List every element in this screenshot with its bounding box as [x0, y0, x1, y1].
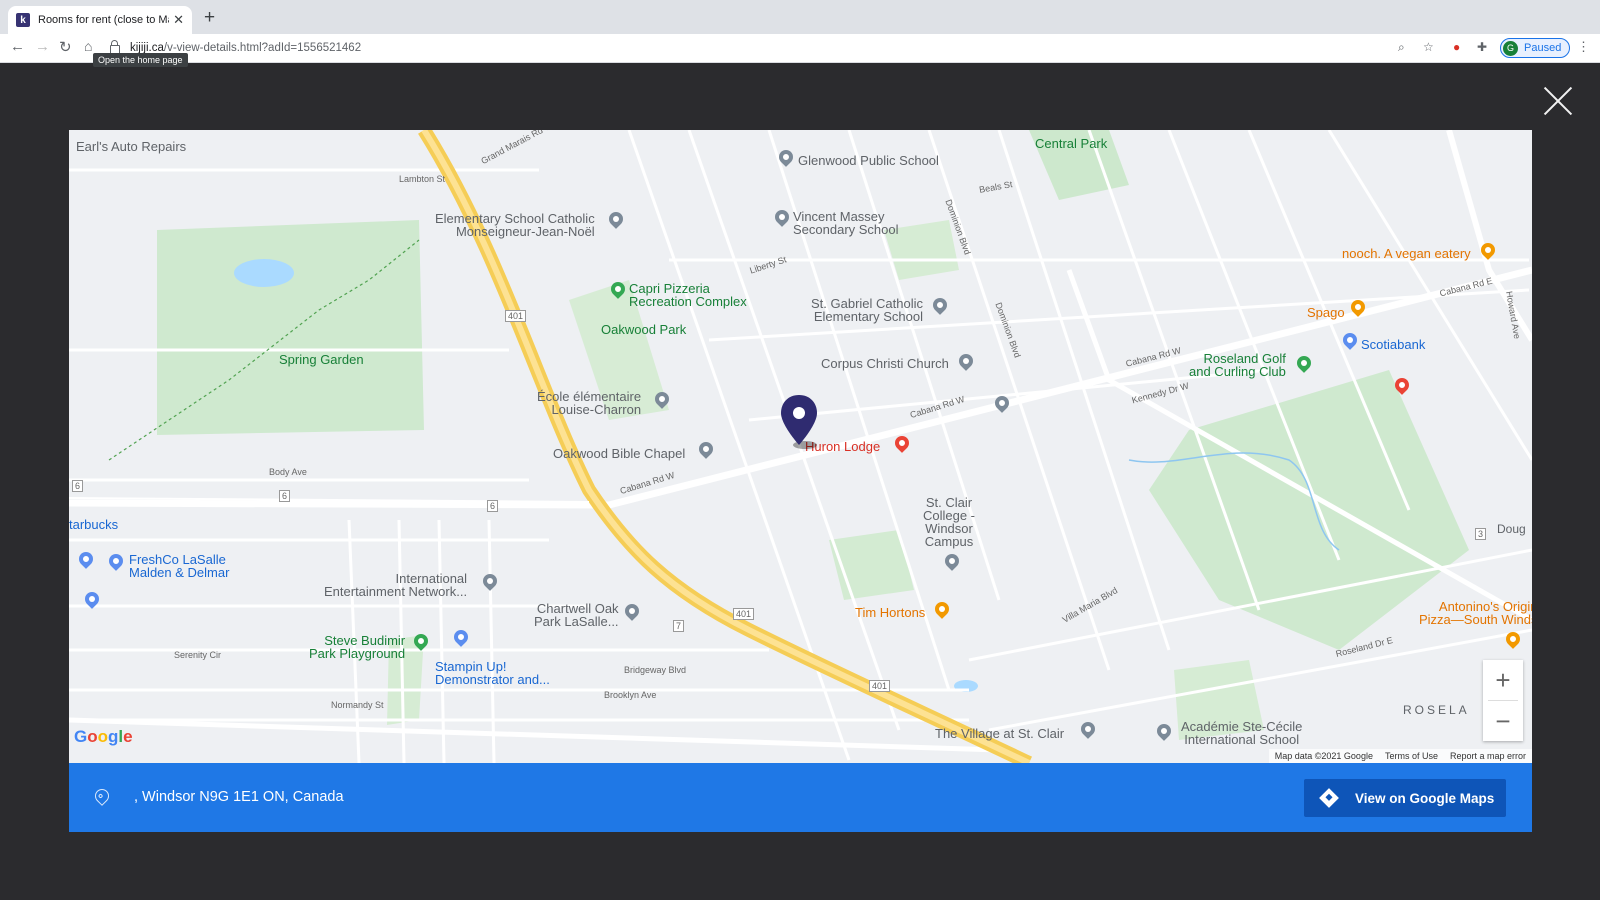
reload-icon[interactable]: ↻: [59, 38, 72, 56]
highway-6-shield: 6: [487, 500, 499, 512]
button-label: View on Google Maps: [1355, 790, 1495, 806]
address-bar[interactable]: kijiji.ca/v-view-details.html?adId=15565…: [110, 37, 1410, 59]
tab-close-icon[interactable]: ✕: [173, 12, 184, 28]
highway-401-shield: 401: [869, 680, 891, 692]
forward-icon[interactable]: →: [35, 38, 50, 55]
place-freshco[interactable]: FreshCo LaSalle Malden & Delmar: [129, 553, 229, 579]
highway-6-shield: 6: [72, 480, 84, 492]
avatar: G: [1503, 40, 1518, 56]
place-st-clair-college[interactable]: St. Clair College - Windsor Campus: [919, 496, 979, 548]
place-tim-hortons[interactable]: Tim Hortons: [855, 606, 925, 619]
place-antoninos[interactable]: Antonino's OriginaPizza—South Windso: [1419, 600, 1532, 626]
kijiji-favicon-icon: k: [16, 13, 30, 27]
highway-401-shield: 401: [505, 310, 527, 322]
view-on-google-maps-button[interactable]: View on Google Maps: [1304, 779, 1506, 817]
place-central-park[interactable]: Central Park: [1035, 137, 1107, 150]
place-spring-garden[interactable]: Spring Garden: [279, 353, 364, 366]
map-view[interactable]: Earl's Auto Repairs Glenwood Public Scho…: [69, 130, 1532, 763]
directions-icon: [1319, 788, 1339, 808]
back-icon[interactable]: ←: [10, 38, 25, 55]
street-brooklyn: Brooklyn Ave: [604, 690, 657, 700]
street-bridgeway: Bridgeway Blvd: [624, 665, 687, 675]
place-starbucks[interactable]: tarbucks: [69, 518, 118, 531]
street-lambton: Lambton St: [399, 174, 446, 184]
area-roseland: ROSELA: [1403, 703, 1470, 717]
star-icon[interactable]: ☆: [1423, 40, 1434, 54]
place-village-st-clair[interactable]: The Village at St. Clair: [935, 727, 1064, 740]
close-icon[interactable]: [1541, 84, 1575, 118]
place-roseland-golf[interactable]: Roseland Golf and Curling Club: [1189, 352, 1286, 378]
highway-3-shield: 3: [1475, 528, 1487, 540]
place-oakwood-chapel[interactable]: Oakwood Bible Chapel: [553, 447, 685, 460]
place-academie[interactable]: Académie Ste-Cécile International School: [1181, 720, 1302, 746]
map-attribution: Map data ©2021 Google Terms of Use Repor…: [1268, 749, 1532, 763]
zoom-control: + −: [1483, 660, 1523, 741]
terms-link[interactable]: Terms of Use: [1385, 751, 1438, 761]
place-capri-pizzeria[interactable]: Capri Pizzeria Recreation Complex: [629, 282, 747, 308]
place-ecole-louise-charron[interactable]: École élémentaire Louise-Charron: [537, 390, 641, 416]
place-international-entertainment[interactable]: International Entertainment Network...: [324, 572, 467, 598]
place-chartwell[interactable]: Chartwell Oak Park LaSalle...: [534, 602, 619, 628]
place-stampin-up[interactable]: Stampin Up! Demonstrator and...: [435, 660, 550, 686]
extension-icon[interactable]: ●: [1453, 40, 1460, 54]
profile-status: Paused: [1524, 42, 1562, 54]
place-glenwood[interactable]: Glenwood Public School: [798, 154, 939, 167]
new-tab-button[interactable]: +: [204, 7, 215, 29]
place-vincent-massey[interactable]: Vincent Massey Secondary School: [793, 210, 899, 236]
highway-6-shield: 6: [279, 490, 291, 502]
street-serenity: Serenity Cir: [174, 650, 222, 660]
place-scotiabank[interactable]: Scotiabank: [1361, 338, 1425, 351]
place-earls-auto[interactable]: Earl's Auto Repairs: [76, 140, 186, 153]
home-icon[interactable]: ⌂: [84, 38, 92, 54]
place-st-gabriel[interactable]: St. Gabriel Catholic Elementary School: [811, 297, 923, 323]
profile-button[interactable]: G Paused: [1500, 38, 1571, 58]
map-pin-icon[interactable]: [779, 393, 819, 451]
menu-icon[interactable]: ⋮: [1577, 39, 1590, 55]
listing-address: , Windsor N9G 1E1 ON, Canada: [134, 789, 344, 805]
location-marker-icon: [92, 786, 112, 806]
place-spago[interactable]: Spago: [1307, 306, 1345, 319]
zoom-in-button[interactable]: +: [1483, 660, 1523, 700]
zoom-icon[interactable]: ⌕: [1398, 40, 1405, 55]
place-oakwood-park[interactable]: Oakwood Park: [601, 323, 686, 336]
zoom-out-button[interactable]: −: [1483, 701, 1523, 741]
google-logo[interactable]: Google: [74, 727, 133, 747]
highway-7-shield: 7: [673, 620, 685, 632]
report-error-link[interactable]: Report a map error: [1450, 751, 1526, 761]
home-tooltip: Open the home page: [93, 53, 188, 67]
place-nooch[interactable]: nooch. A vegan eatery: [1342, 247, 1471, 260]
address-bar-footer: , Windsor N9G 1E1 ON, Canada View on Goo…: [69, 763, 1532, 832]
place-elementary-catholic[interactable]: Elementary School Catholic Monseigneur-Je…: [435, 212, 595, 238]
puzzle-icon[interactable]: ✚: [1477, 40, 1487, 54]
browser-tab[interactable]: k Rooms for rent (close to Massey ✕: [8, 6, 192, 34]
street-normandy: Normandy St: [331, 700, 384, 710]
tab-strip: k Rooms for rent (close to Massey ✕ +: [0, 0, 1600, 34]
street-body: Body Ave: [269, 467, 307, 477]
place-steve-budimir[interactable]: Steve Budimir Park Playground: [309, 634, 405, 660]
map-data-credit: Map data ©2021 Google: [1274, 751, 1373, 761]
browser-toolbar: ← → ↻ ⌂ kijiji.ca/v-view-details.html?ad…: [0, 34, 1600, 63]
highway-401-shield: 401: [733, 608, 755, 620]
place-corpus-christi[interactable]: Corpus Christi Church: [821, 357, 949, 370]
tab-title: Rooms for rent (close to Massey: [38, 14, 169, 26]
street-doug: Doug: [1497, 522, 1526, 536]
